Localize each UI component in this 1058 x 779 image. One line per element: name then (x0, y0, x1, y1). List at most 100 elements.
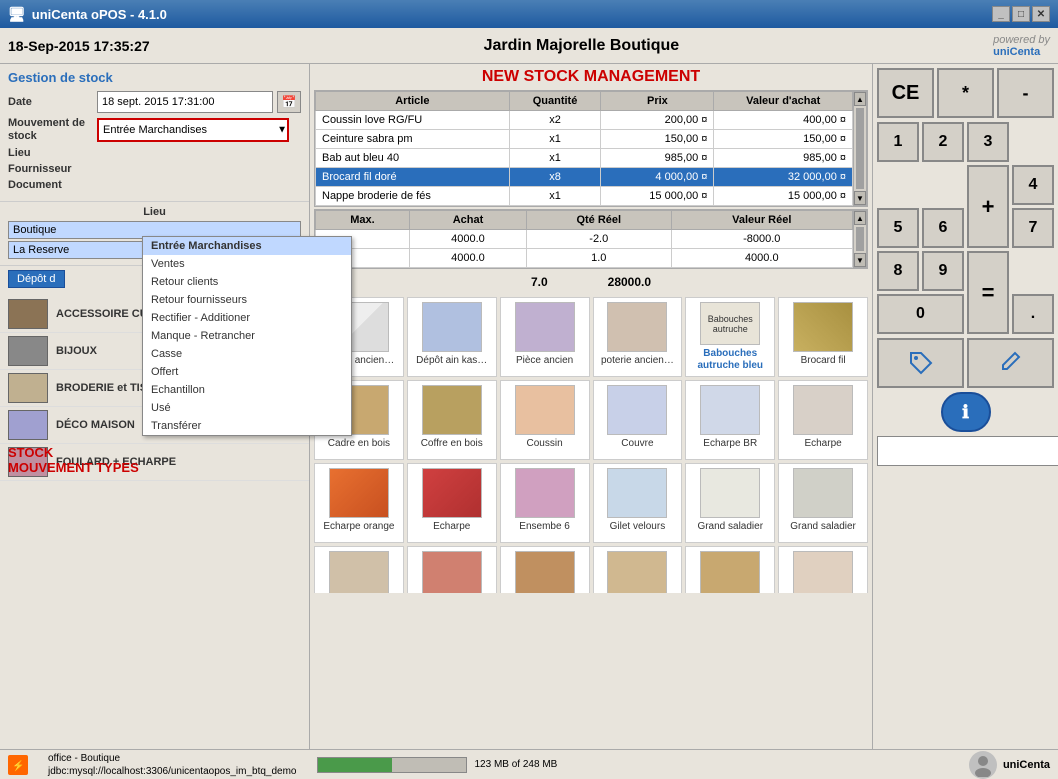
product-cell[interactable]: Hayek en soie (314, 546, 404, 593)
product-cell[interactable]: Echarpe BR (685, 380, 775, 460)
depot-button[interactable]: Dépôt d (8, 270, 65, 288)
product-cell[interactable]: Dépôt ain kas… (407, 297, 497, 377)
table-scrollbar[interactable]: ▲ ▼ (853, 91, 867, 206)
table-row[interactable]: Coussin love RG/FU x2 200,00 ¤ 400,00 ¤ (316, 111, 853, 130)
date-label: Date (8, 96, 93, 108)
movement-dropdown-container: Entrée Marchandises ▼ (97, 118, 289, 142)
product-cell[interactable]: poterie ancien… (593, 297, 683, 377)
maximize-button[interactable]: □ (1012, 6, 1030, 22)
dropdown-item-echantillon[interactable]: Echantillon (143, 381, 351, 399)
dropdown-item-use[interactable]: Usé (143, 399, 351, 417)
date-input[interactable] (97, 91, 273, 113)
tag-button[interactable] (877, 338, 964, 388)
product-cell[interactable]: Panneau BR (778, 546, 868, 593)
product-cell[interactable]: Couvre (593, 380, 683, 460)
scroll-down-button[interactable]: ▼ (854, 191, 866, 205)
cell-achat: 4000.0 (409, 230, 526, 249)
category-item[interactable]: FOULARD + ECHARPE (0, 444, 309, 481)
num-4-button[interactable]: 4 (1012, 165, 1054, 205)
scroll-down-button[interactable]: ▼ (854, 253, 866, 267)
table-row[interactable]: Ceinture sabra pm x1 150,00 ¤ 150,00 ¤ (316, 130, 853, 149)
product-cell[interactable]: Echarpe orange (314, 463, 404, 543)
dropdown-item-casse[interactable]: Casse (143, 345, 351, 363)
scroll-up-button[interactable]: ▲ (854, 211, 866, 225)
product-cell[interactable]: Coffre en bois (407, 380, 497, 460)
product-cell[interactable]: Morceau (500, 546, 590, 593)
store-name: Jardin Majorelle Boutique (170, 37, 993, 55)
datetime: 18-Sep-2015 17:35:27 (8, 38, 150, 54)
document-label: Document (8, 179, 93, 191)
dropdown-item-manque[interactable]: Manque - Retrancher (143, 327, 351, 345)
ce-button[interactable]: CE (877, 68, 934, 118)
num-3-button[interactable]: 3 (967, 122, 1009, 162)
dot-button[interactable]: . (1012, 294, 1054, 334)
product-cell[interactable]: Gilet velours (593, 463, 683, 543)
scroll-thumb[interactable] (856, 227, 864, 251)
detail-scrollbar[interactable]: ▲ ▼ (853, 210, 867, 268)
num-7-button[interactable]: 7 (1012, 208, 1054, 248)
product-cell[interactable]: Echarpe (407, 463, 497, 543)
movement-dropdown[interactable]: Entrée Marchandises (97, 118, 289, 142)
num-1-button[interactable]: 1 (877, 122, 919, 162)
dropdown-item-offert[interactable]: Offert (143, 363, 351, 381)
table-row-selected[interactable]: Brocard fil doré x8 4 000,00 ¤ 32 000,00… (316, 168, 853, 187)
product-cell[interactable]: Coussin (500, 380, 590, 460)
table-row[interactable]: Nappe broderie de fés x1 15 000,00 ¤ 15 … (316, 187, 853, 206)
dropdown-item-rectifier[interactable]: Rectifier - Additioner (143, 309, 351, 327)
fournisseur-row: Fournisseur (8, 163, 301, 175)
num-0-button[interactable]: 0 (877, 294, 964, 334)
scroll-up-button[interactable]: ▲ (854, 92, 866, 106)
product-name: Dépôt ain kas… (416, 355, 487, 367)
close-button[interactable]: ✕ (1032, 6, 1050, 22)
product-cell[interactable]: Grand saladier (778, 463, 868, 543)
cell-article: Bab aut bleu 40 (316, 149, 510, 168)
product-name: Echarpe (433, 521, 470, 533)
scroll-thumb[interactable] (856, 108, 864, 189)
product-cell[interactable]: Echarpe (778, 380, 868, 460)
cell-article: Nappe broderie de fés (316, 187, 510, 206)
detail-row[interactable]: 4000.0 -2.0 -8000.0 (316, 230, 853, 249)
info-button[interactable]: ℹ (941, 392, 991, 432)
table-row[interactable]: Bab aut bleu 40 x1 985,00 ¤ 985,00 ¤ (316, 149, 853, 168)
detail-row[interactable]: 4000.0 1.0 4000.0 (316, 249, 853, 268)
calendar-button[interactable]: 📅 (277, 91, 301, 113)
lieu-label: Lieu (8, 147, 93, 159)
product-thumb (700, 385, 760, 435)
num-8-button[interactable]: 8 (877, 251, 919, 291)
totals-row: 7.0 28000.0 (310, 271, 872, 293)
store-title-area: Jardin Majorelle Boutique (170, 37, 993, 55)
dropdown-item-ventes[interactable]: Ventes (143, 255, 351, 273)
num-2-button[interactable]: 2 (922, 122, 964, 162)
dropdown-item-entree[interactable]: Entrée Marchandises (143, 237, 351, 255)
cell-achat: 4000.0 (409, 249, 526, 268)
product-cell[interactable]: Babouchesautruche Babouches autruche ble… (685, 297, 775, 377)
dropdown-item-retour-fourn[interactable]: Retour fournisseurs (143, 291, 351, 309)
cell-prix: 4 000,00 ¤ (601, 168, 714, 187)
product-cell[interactable]: Pièce ancien (500, 297, 590, 377)
product-thumb (422, 551, 482, 593)
num-6-button[interactable]: 6 (922, 208, 964, 248)
dropdown-item-transferer[interactable]: Transférer (143, 417, 351, 435)
window-controls: _ □ ✕ (992, 6, 1050, 22)
product-cell[interactable]: Nappe (593, 546, 683, 593)
multiply-button[interactable]: * (937, 68, 994, 118)
barcode-input[interactable] (877, 436, 1058, 466)
plus-button[interactable]: + (967, 165, 1009, 248)
product-cell[interactable]: Brocard fil (778, 297, 868, 377)
cell-prix: 150,00 ¤ (601, 130, 714, 149)
num-5-button[interactable]: 5 (877, 208, 919, 248)
user-area: uniCenta (969, 751, 1050, 779)
num-9-button[interactable]: 9 (922, 251, 964, 291)
col-qte-reel: Qté Réel (526, 211, 671, 230)
product-cell[interactable]: Nappe (685, 546, 775, 593)
edit-button[interactable] (967, 338, 1054, 388)
cell-prix: 985,00 ¤ (601, 149, 714, 168)
minimize-button[interactable]: _ (992, 6, 1010, 22)
product-cell[interactable]: Ensembe 6 (500, 463, 590, 543)
dropdown-item-retour-clients[interactable]: Retour clients (143, 273, 351, 291)
product-cell[interactable]: Grand saladier (685, 463, 775, 543)
equals-button[interactable]: = (967, 251, 1009, 334)
minus-button[interactable]: - (997, 68, 1054, 118)
product-cell[interactable]: Mharma chale (407, 546, 497, 593)
product-thumb (515, 468, 575, 518)
